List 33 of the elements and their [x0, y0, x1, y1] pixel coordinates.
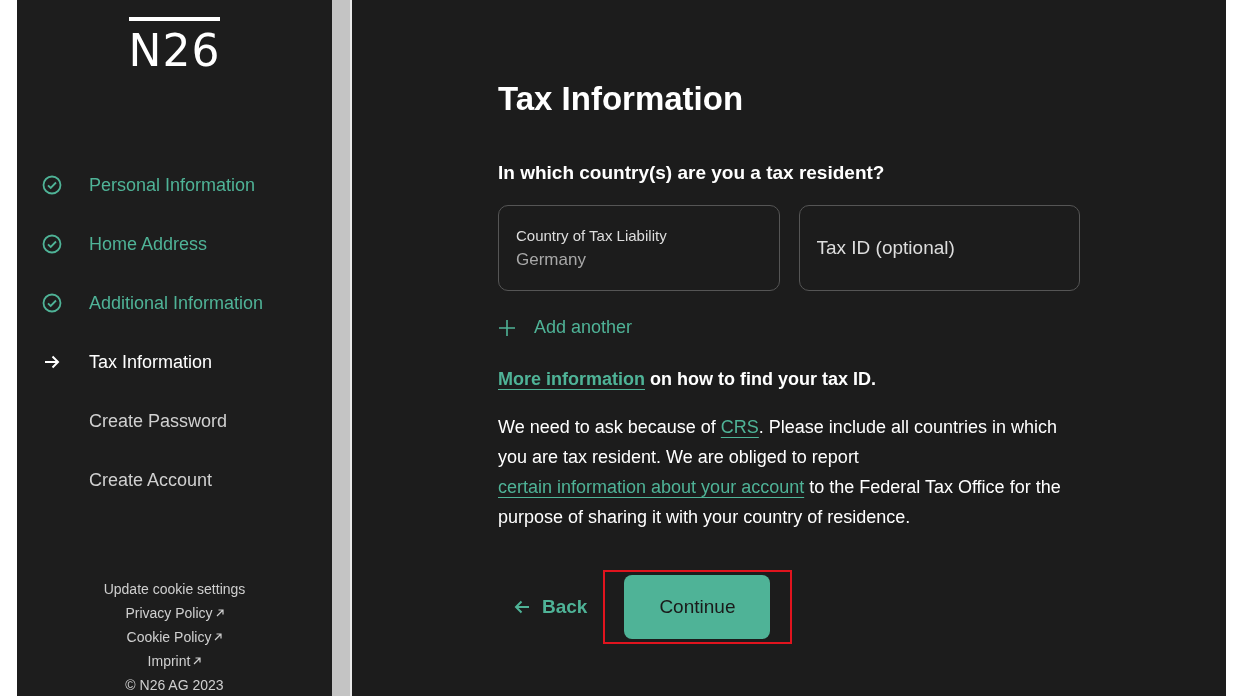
check-circle-icon: [42, 293, 62, 313]
step-label: Tax Information: [89, 351, 213, 373]
plus-icon: [498, 318, 516, 337]
footer-link[interactable]: Cookie Policy: [126, 629, 223, 645]
text-link[interactable]: CRS: [720, 417, 759, 437]
step-label: Create Password: [89, 410, 228, 432]
step-label: Personal Information: [89, 174, 256, 196]
text-link[interactable]: More information: [498, 369, 645, 389]
page-title: Tax Information: [498, 80, 745, 118]
add-another-link[interactable]: Add another: [498, 317, 633, 338]
arrow-left-icon: [514, 600, 530, 614]
copyright-text: © N26 AG 2023: [125, 677, 224, 693]
check-circle-icon: [42, 175, 62, 195]
tax-id-field[interactable]: Tax ID (optional): [798, 205, 1080, 291]
back-button[interactable]: Back: [514, 596, 588, 618]
explanation-text: We need to ask because of CRS. Please include all countries in which you are tax resident. We are obliged to report certain information about your account to the Federal Tax Office for the purpose of sharing it with your country of residence.: [498, 416, 1062, 529]
question-text: In which country(s) are you a tax resident?: [498, 162, 886, 184]
more-info-text: More information on how to find your tax ID.: [498, 368, 877, 391]
arrow-right-icon: [44, 355, 60, 369]
text-link[interactable]: certain information about your account: [498, 477, 805, 497]
footer-link[interactable]: Update cookie settings: [103, 581, 246, 597]
external-link-icon: [193, 657, 202, 665]
external-link-icon: [214, 633, 223, 641]
step-label: Home Address: [89, 233, 208, 255]
logo: N26: [128, 17, 221, 80]
country-select[interactable]: Country of Tax Liability Germany: [498, 205, 780, 291]
step-label: Additional Information: [89, 292, 264, 314]
check-circle-icon: [42, 234, 62, 254]
continue-button[interactable]: Continue: [624, 575, 771, 639]
step-label: Create Account: [89, 469, 213, 491]
external-link-icon: [215, 609, 224, 617]
footer-link[interactable]: Privacy Policy: [125, 605, 224, 621]
footer-link[interactable]: Imprint: [147, 653, 202, 669]
